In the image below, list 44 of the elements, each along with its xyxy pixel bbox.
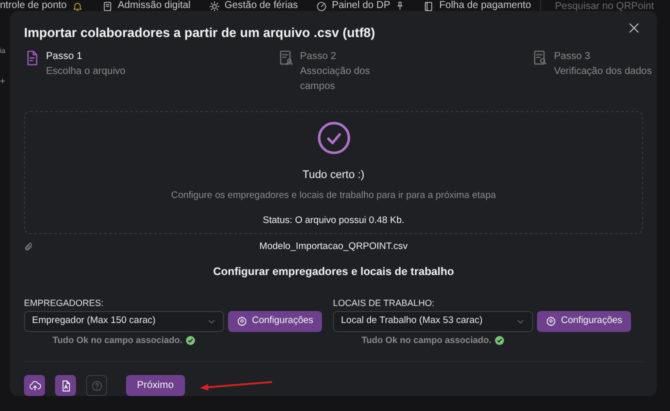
nav-link[interactable]: Folha de pagamento — [414, 0, 540, 12]
dialog-title: Importar colaboradores a partir de um arquivo .csv (utf8) — [24, 24, 376, 42]
nav-link[interactable]: Painel do DP — [306, 0, 414, 12]
step[interactable]: Passo 3 Verificação dos dados — [532, 48, 664, 97]
sun-icon — [208, 0, 220, 12]
field-label: EMPREGADORES: — [24, 296, 105, 310]
plus-icon: + — [0, 75, 6, 88]
gear-icon — [546, 316, 556, 326]
cloud-upload-icon — [28, 380, 40, 392]
settings-button[interactable]: Configurações — [537, 310, 632, 332]
document-person-icon — [278, 48, 294, 66]
check-circle-icon — [316, 120, 350, 155]
close-icon — [627, 21, 641, 35]
document-search-icon — [532, 48, 548, 66]
field-label: LOCAIS DE TRABALHO: — [333, 296, 436, 310]
drop-zone[interactable]: Tudo certo :) Configure os empregadores e locais de trabalho para ir para a próxima etapa Status: O arquivo possui 0.48 Kb. — [24, 110, 643, 234]
document-icon — [102, 0, 113, 12]
upload-button[interactable] — [24, 375, 45, 396]
pdf-file-icon — [60, 380, 72, 392]
nav-link[interactable]: ntrole de ponto — [0, 0, 93, 12]
file-name: Modelo_Importacao_QRPOINT.csv — [259, 240, 408, 254]
gauge-icon — [316, 0, 327, 12]
settings-button[interactable]: Configurações — [228, 310, 322, 332]
close-button[interactable] — [627, 21, 641, 35]
hint-text: Configure os empregadores e locais de trabalho para ir para a próxima etapa — [171, 189, 496, 204]
success-heading: Tudo certo :) — [302, 168, 364, 183]
select-field[interactable]: Empregador (Max 150 carac) — [24, 310, 224, 332]
paperclip-icon — [24, 242, 33, 252]
nav-link[interactable]: Gestão de férias — [200, 0, 307, 12]
bell-icon — [72, 0, 83, 12]
section-heading: Configurar empregadores e locais de trabalho — [212, 265, 455, 280]
step[interactable]: Passo 2 Associação dos campos — [278, 48, 532, 97]
pin-icon — [395, 1, 406, 11]
validation-message: Tudo Ok no campo associado. — [52, 334, 182, 347]
step[interactable]: Passo 1 Escolha o arquivo — [24, 48, 278, 97]
help-icon — [90, 380, 102, 392]
nav-link[interactable]: Admissão digital — [92, 0, 200, 12]
pdf-button[interactable] — [55, 375, 76, 396]
book-icon — [423, 0, 434, 12]
select-field[interactable]: Local de Trabalho (Max 53 carac) — [333, 310, 533, 332]
status-text: Status: O arquivo possui 0.48 Kb. — [262, 214, 404, 228]
gear-icon — [237, 316, 247, 326]
next-button[interactable]: Próximo — [126, 375, 185, 396]
validation-message: Tudo Ok no campo associado. — [362, 334, 492, 347]
